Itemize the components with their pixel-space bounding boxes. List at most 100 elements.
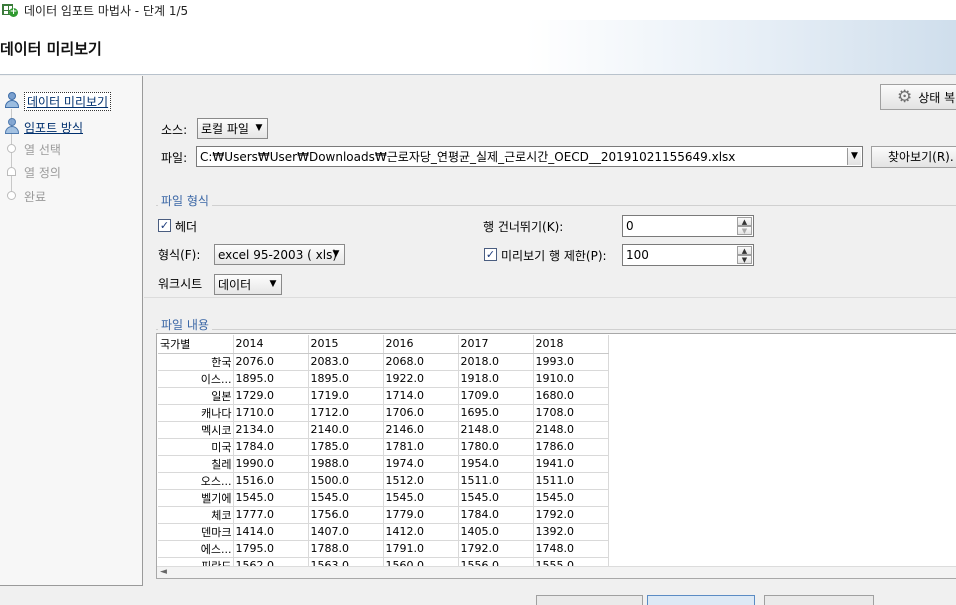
file-contents-group-title: 파일 내용 <box>158 316 212 333</box>
next-button[interactable] <box>647 595 755 605</box>
worksheet-value: 데이터 <box>218 278 252 292</box>
column-header[interactable]: 2015 <box>308 335 384 354</box>
preview-limit-spinner[interactable]: 100 ▲ ▼ <box>622 244 754 266</box>
browse-button[interactable]: 찾아보기(R). <box>871 146 956 168</box>
column-header[interactable]: 국가별 <box>158 335 234 354</box>
value-cell: 1511.0 <box>458 472 534 490</box>
step-circle-icon <box>0 186 24 206</box>
value-cell: 1709.0 <box>458 387 534 405</box>
value-cell: 1516.0 <box>233 472 309 490</box>
skip-rows-spinner[interactable]: 0 ▲ ▼ <box>622 215 754 237</box>
file-path-combo[interactable]: C:₩Users₩User₩Downloads₩근로자당_연평균_실제_근로시간… <box>196 146 863 167</box>
table-row[interactable]: 덴마크 1414.0 1407.0 1412.0 1405.0 1392.0 <box>158 523 609 541</box>
status-button[interactable]: ⚙ 상태 복 <box>880 84 956 110</box>
skip-rows-value: 0 <box>626 219 634 233</box>
person-icon <box>0 91 24 111</box>
step-import-method[interactable]: 임포트 방식 <box>0 117 142 137</box>
value-cell: 1990.0 <box>233 455 309 473</box>
table-row[interactable]: 벨기에 1545.0 1545.0 1545.0 1545.0 1545.0 <box>158 489 609 507</box>
cancel-button[interactable] <box>764 595 874 605</box>
value-cell: 1792.0 <box>533 506 609 524</box>
step-finish: 완료 <box>0 186 142 206</box>
preview-limit-checkbox[interactable]: ✓ <box>484 248 497 261</box>
horizontal-scrollbar[interactable]: ◄ <box>157 566 956 578</box>
value-cell: 1922.0 <box>383 370 459 388</box>
chevron-down-icon: ▼ <box>255 123 263 133</box>
format-value: excel 95-2003 ( xls) <box>218 247 338 262</box>
value-cell: 1988.0 <box>308 455 384 473</box>
value-cell: 1779.0 <box>383 506 459 524</box>
value-cell: 1780.0 <box>458 438 534 456</box>
value-cell: 1784.0 <box>233 438 309 456</box>
preview-limit-value: 100 <box>626 248 649 262</box>
country-cell: 일본 <box>158 387 234 405</box>
table-row[interactable]: 멕시코 2134.0 2140.0 2146.0 2148.0 2148.0 <box>158 421 609 439</box>
value-cell: 1680.0 <box>533 387 609 405</box>
value-cell: 2148.0 <box>533 421 609 439</box>
header-checkbox[interactable]: ✓ <box>158 219 171 232</box>
table-row[interactable]: 미국 1784.0 1785.0 1781.0 1780.0 1786.0 <box>158 438 609 456</box>
preview-table[interactable]: 국가별 2014 2015 2016 2017 2018 한국 2076.0 208… <box>156 333 956 579</box>
value-cell: 1792.0 <box>458 540 534 558</box>
worksheet-select[interactable]: 데이터 ▼ <box>214 274 282 295</box>
table-row[interactable]: 에스... 1795.0 1788.0 1791.0 1792.0 1748.0 <box>158 540 609 558</box>
value-cell: 1954.0 <box>458 455 534 473</box>
chevron-down-icon[interactable]: ▼ <box>847 148 861 165</box>
file-format-divider <box>156 205 956 206</box>
source-value: 로컬 파일 <box>201 122 249 136</box>
chevron-down-icon: ▼ <box>269 279 277 289</box>
worksheet-label: 워크시트 <box>158 277 203 291</box>
value-cell: 1781.0 <box>383 438 459 456</box>
value-cell: 2134.0 <box>233 421 309 439</box>
column-header[interactable]: 2018 <box>533 335 609 354</box>
value-cell: 1941.0 <box>533 455 609 473</box>
value-cell: 1545.0 <box>233 489 309 507</box>
value-cell: 1974.0 <box>383 455 459 473</box>
value-cell: 1712.0 <box>308 404 384 422</box>
table-row[interactable]: 이스... 1895.0 1895.0 1922.0 1918.0 1910.0 <box>158 370 609 388</box>
format-select[interactable]: excel 95-2003 ( xls) ▼ <box>214 244 345 265</box>
step-data-preview[interactable]: 데이터 미리보기 <box>0 91 142 111</box>
country-cell: 오스... <box>158 472 234 490</box>
back-button[interactable] <box>536 595 643 605</box>
preview-limit-label: 미리보기 행 제한(P): <box>501 249 607 263</box>
spin-up-icon[interactable]: ▲ <box>737 217 752 226</box>
spin-down-icon[interactable]: ▼ <box>737 226 752 235</box>
value-cell: 1511.0 <box>533 472 609 490</box>
value-cell: 1695.0 <box>458 404 534 422</box>
value-cell: 1910.0 <box>533 370 609 388</box>
file-path-value: C:₩Users₩User₩Downloads₩근로자당_연평균_실제_근로시간… <box>200 150 736 164</box>
spin-up-icon[interactable]: ▲ <box>737 246 752 255</box>
value-cell: 1405.0 <box>458 523 534 541</box>
column-header[interactable]: 2016 <box>383 335 459 354</box>
source-select[interactable]: 로컬 파일 ▼ <box>197 118 268 139</box>
table-row[interactable]: 일본 1729.0 1719.0 1714.0 1709.0 1680.0 <box>158 387 609 405</box>
wizard-steps-panel: 데이터 미리보기 임포트 방식 열 선택 열 정의 완료 <box>0 76 143 586</box>
step-circle-icon <box>0 139 24 159</box>
country-cell: 체코 <box>158 506 234 524</box>
import-wizard-icon: + <box>2 3 18 17</box>
step-label: 열 정의 <box>24 165 61 180</box>
file-label: 파일: <box>161 151 188 165</box>
column-header[interactable]: 2017 <box>458 335 534 354</box>
spin-down-icon[interactable]: ▼ <box>737 255 752 264</box>
value-cell: 1407.0 <box>308 523 384 541</box>
column-header[interactable]: 2014 <box>233 335 309 354</box>
country-cell: 벨기에 <box>158 489 234 507</box>
scroll-left-icon[interactable]: ◄ <box>160 567 167 578</box>
country-cell: 이스... <box>158 370 234 388</box>
table-row[interactable]: 오스... 1516.0 1500.0 1512.0 1511.0 1511.0 <box>158 472 609 490</box>
step-label: 데이터 미리보기 <box>24 91 112 111</box>
source-label: 소스: <box>161 123 188 137</box>
step-label: 열 선택 <box>24 142 61 157</box>
person-outline-icon <box>0 162 24 182</box>
value-cell: 1719.0 <box>308 387 384 405</box>
value-cell: 1710.0 <box>233 404 309 422</box>
value-cell: 1791.0 <box>383 540 459 558</box>
table-row[interactable]: 칠레 1990.0 1988.0 1974.0 1954.0 1941.0 <box>158 455 609 473</box>
table-row[interactable]: 한국 2076.0 2083.0 2068.0 2018.0 1993.0 <box>158 353 609 371</box>
table-row[interactable]: 캐나다 1710.0 1712.0 1706.0 1695.0 1708.0 <box>158 404 609 422</box>
value-cell: 1708.0 <box>533 404 609 422</box>
table-row[interactable]: 체코 1777.0 1756.0 1779.0 1784.0 1792.0 <box>158 506 609 524</box>
value-cell: 1412.0 <box>383 523 459 541</box>
